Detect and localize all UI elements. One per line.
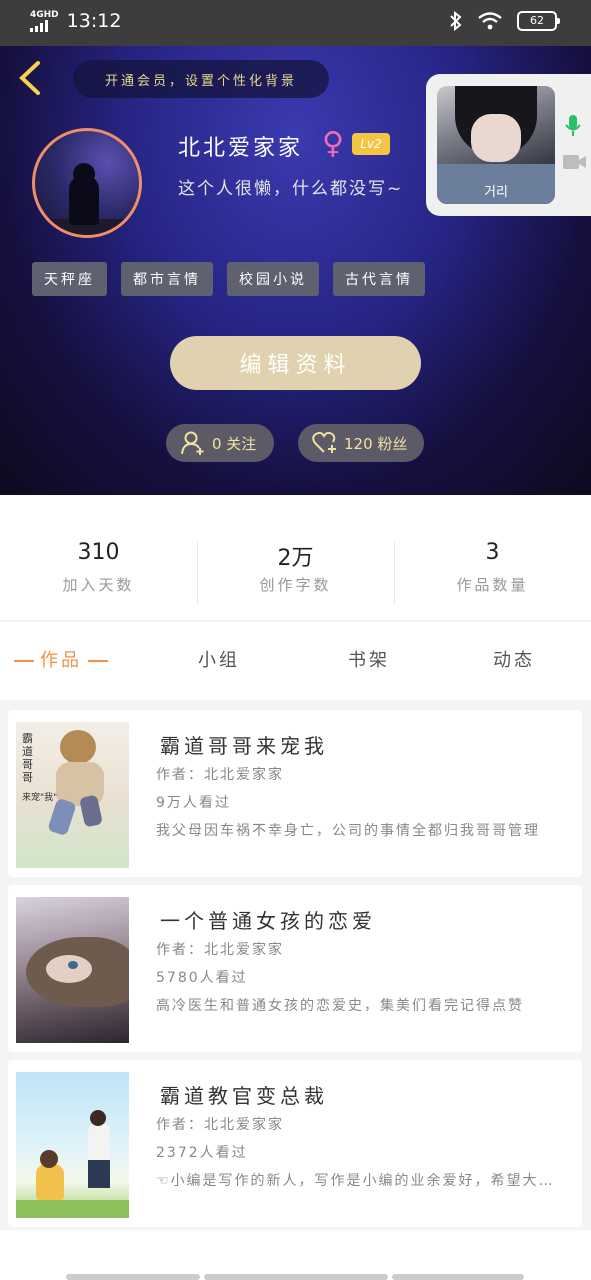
book-cover[interactable] bbox=[16, 897, 129, 1043]
tag-item[interactable]: 天秤座 bbox=[32, 262, 107, 296]
heart-plus-icon bbox=[312, 431, 336, 453]
video-call-window[interactable]: 거리 bbox=[426, 74, 591, 216]
work-description: 我父母因车祸不幸身亡，公司的事情全都归我哥哥管理 bbox=[156, 823, 540, 839]
username: 北北爱家家 bbox=[178, 136, 304, 161]
work-title: 霸道教官变总裁 bbox=[160, 1084, 328, 1108]
stat-word-count: 2万 创作字数 bbox=[197, 540, 394, 606]
camera-icon[interactable] bbox=[563, 154, 587, 170]
stat-label: 加入天数 bbox=[62, 576, 135, 594]
female-gender-icon: ♀ bbox=[322, 126, 344, 161]
section-divider bbox=[0, 620, 591, 622]
tab-works[interactable]: 作品 bbox=[14, 646, 114, 672]
book-cover[interactable] bbox=[16, 1072, 129, 1218]
clock: 13:12 bbox=[66, 10, 122, 32]
signal-icon bbox=[30, 19, 59, 32]
work-title: 霸道哥哥来宠我 bbox=[160, 734, 328, 758]
nav-gesture-bar bbox=[392, 1274, 524, 1280]
tag-item[interactable]: 校园小说 bbox=[227, 262, 319, 296]
caller-video-thumbnail[interactable]: 거리 bbox=[437, 86, 555, 204]
work-card[interactable]: 霸道哥哥 来宠"我" 霸道哥哥来宠我 作者：北北爱家家 9万人看过 我父母因车祸… bbox=[8, 710, 582, 877]
work-views: 2372人看过 bbox=[156, 1145, 248, 1161]
work-title: 一个普通女孩的恋爱 bbox=[160, 909, 376, 933]
tag-item[interactable]: 古代言情 bbox=[333, 262, 425, 296]
battery-indicator: 62 bbox=[517, 11, 560, 31]
following-button[interactable]: 0 关注 bbox=[166, 424, 274, 462]
tag-item[interactable]: 都市言情 bbox=[121, 262, 213, 296]
cover-title: 霸道哥哥 bbox=[22, 732, 33, 784]
tab-bookshelf[interactable]: 书架 bbox=[348, 646, 390, 672]
stat-join-days: 310 加入天数 bbox=[0, 540, 197, 606]
fans-button[interactable]: 120 粉丝 bbox=[298, 424, 424, 462]
back-arrow-icon[interactable] bbox=[16, 60, 46, 96]
following-count: 0 关注 bbox=[212, 434, 257, 453]
tab-activity[interactable]: 动态 bbox=[493, 646, 535, 672]
work-card[interactable]: 一个普通女孩的恋爱 作者：北北爱家家 5780人看过 高冷医生和普通女孩的恋爱史… bbox=[8, 885, 582, 1052]
bluetooth-icon bbox=[450, 11, 462, 31]
work-author: 作者：北北爱家家 bbox=[156, 1117, 284, 1133]
stat-value: 310 bbox=[77, 540, 120, 565]
cover-subtitle: 来宠"我" bbox=[22, 793, 58, 803]
nav-gesture-bar bbox=[66, 1274, 200, 1280]
caller-name: 거리 bbox=[484, 185, 508, 200]
tab-groups[interactable]: 小组 bbox=[198, 646, 240, 672]
work-card[interactable]: 霸道教官变总裁 作者：北北爱家家 2372人看过 ☜小编是写作的新人，写作是小编… bbox=[8, 1060, 582, 1227]
edit-profile-button[interactable]: 编辑资料 bbox=[170, 336, 421, 390]
stat-value: 2万 bbox=[277, 546, 314, 571]
network-type: 4GHD bbox=[30, 9, 59, 20]
stat-value: 3 bbox=[485, 540, 500, 565]
avatar[interactable] bbox=[32, 128, 142, 238]
tab-label: 作品 bbox=[40, 650, 82, 671]
stat-works-count: 3 作品数量 bbox=[394, 540, 591, 606]
nav-gesture-bar bbox=[204, 1274, 388, 1280]
network-indicator: 4GHD bbox=[30, 9, 59, 32]
work-author: 作者：北北爱家家 bbox=[156, 767, 284, 783]
work-views: 5780人看过 bbox=[156, 970, 248, 986]
bio-text: 这个人很懒，什么都没写~ bbox=[178, 179, 404, 199]
status-bar: 4GHD 13:12 62 bbox=[0, 0, 591, 46]
content-tabs: 作品 小组 书架 动态 bbox=[0, 636, 591, 684]
work-description: ☜小编是写作的新人，写作是小编的业余爱好，希望大家喜欢 bbox=[156, 1173, 566, 1189]
stat-label: 创作字数 bbox=[259, 576, 332, 594]
work-description: 高冷医生和普通女孩的恋爱史，集美们看完记得点赞 bbox=[156, 998, 524, 1014]
book-cover[interactable]: 霸道哥哥 来宠"我" bbox=[16, 722, 129, 868]
stat-label: 作品数量 bbox=[456, 576, 529, 594]
level-badge: Lv2 bbox=[352, 133, 390, 155]
profile-stats: 310 加入天数 2万 创作字数 3 作品数量 bbox=[0, 540, 591, 606]
tag-list: 天秤座 都市言情 校园小说 古代言情 bbox=[32, 262, 425, 296]
user-plus-icon bbox=[181, 431, 204, 455]
wifi-icon bbox=[478, 12, 502, 30]
vip-background-prompt[interactable]: 开通会员，设置个性化背景 bbox=[73, 60, 329, 98]
work-views: 9万人看过 bbox=[156, 795, 231, 811]
fans-count: 120 粉丝 bbox=[344, 434, 408, 453]
work-author: 作者：北北爱家家 bbox=[156, 942, 284, 958]
microphone-icon[interactable] bbox=[565, 114, 581, 138]
